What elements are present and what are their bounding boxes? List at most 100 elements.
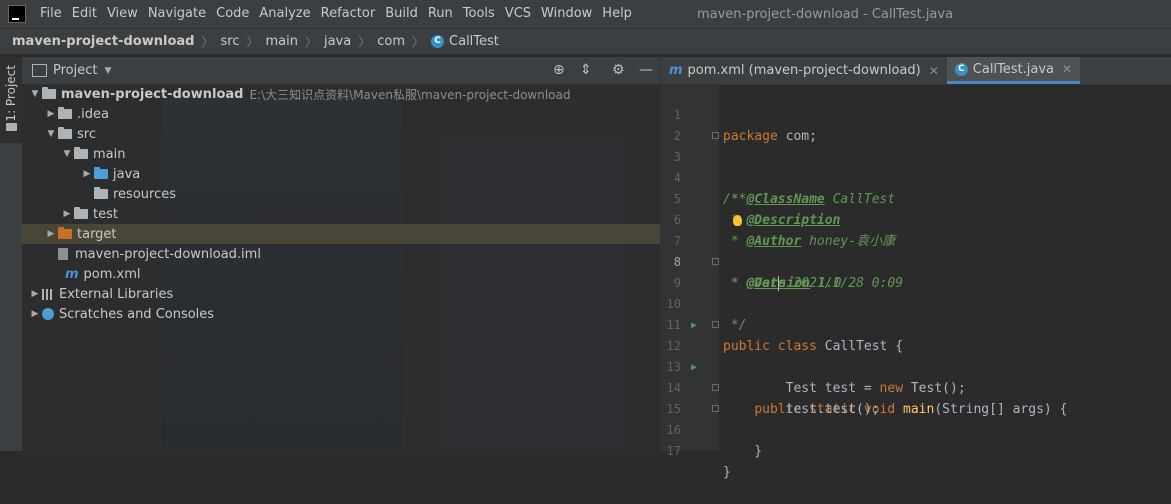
breadcrumb-main[interactable]: main [265,34,297,49]
menu-edit[interactable]: Edit [67,0,102,28]
tree-item-label: target [77,226,117,242]
code-line: 2 [661,105,1171,143]
module-file-icon [58,248,68,260]
folder-icon [74,207,88,219]
tree-root-label: maven-project-download [61,86,244,102]
breadcrumb-src[interactable]: src [220,34,239,49]
tab-label: CallTest.java [972,61,1055,77]
folder-icon [58,107,72,119]
project-view-title[interactable]: Project [53,63,97,78]
breadcrumb: maven-project-download 〉 src 〉 main 〉 ja… [0,28,1171,55]
breadcrumb-project[interactable]: maven-project-download [12,34,194,49]
menu-code[interactable]: Code [211,0,254,28]
close-icon[interactable]: ✕ [1062,62,1072,76]
chevron-right-icon: 〉 [412,35,425,49]
code-area[interactable]: 1 package com; 2 3 /** 4 * @ClassName Ca… [661,84,1171,480]
tree-root-path: E:\大三知识点资料\Maven私服\maven-project-downloa… [249,87,571,102]
tree-item-label: src [77,126,96,142]
tree-item-external-libraries[interactable]: ▶ External Libraries [22,284,660,304]
project-tab-label: 1: Project [4,65,18,122]
tree-item-pom[interactable]: m pom.xml [22,264,660,284]
fold-marker-icon[interactable] [712,321,719,328]
maven-icon: m [65,266,79,282]
tree-item-src[interactable]: ▼ src [22,124,660,144]
code-line: 9 */ [661,252,1171,333]
tree-item-label: main [93,146,126,162]
java-class-icon: C [954,62,968,76]
close-icon[interactable]: ✕ [929,64,939,78]
code-line: 16 } [661,399,1171,480]
locate-file-icon[interactable]: ⊕ [553,63,565,77]
chevron-right-icon[interactable]: ▶ [60,209,74,219]
chevron-down-icon[interactable]: ▼ [28,89,42,99]
window-title: maven-project-download - CallTest.java [696,6,954,22]
code-line: 6 * @Author honey-袁小康 [661,189,1171,249]
minimize-icon[interactable]: — [639,63,653,77]
dropdown-arrow-icon[interactable]: ▼ [104,66,111,76]
line-number: 17 [666,444,681,458]
folder-icon [74,147,88,159]
folder-icon [58,127,72,139]
chevron-right-icon[interactable]: ▶ [44,109,58,119]
tab-pom-xml[interactable]: m pom.xml (maven-project-download) ✕ [661,57,947,84]
tree-item-idea[interactable]: ▶ .idea [22,104,660,124]
project-window-icon [32,64,47,77]
fold-marker-icon[interactable] [712,132,719,139]
tree-item-test[interactable]: ▶ test [22,204,660,224]
menu-analyze[interactable]: Analyze [254,0,315,28]
resources-folder-icon [94,187,108,199]
tree-item-resources[interactable]: resources [22,184,660,204]
chevron-right-icon[interactable]: ▶ [80,169,94,179]
fold-marker-icon[interactable] [712,258,719,265]
chevron-right-icon[interactable]: ▶ [28,289,42,299]
editor-tabs: m pom.xml (maven-project-download) ✕ C C… [661,57,1171,85]
breadcrumb-java[interactable]: java [324,34,351,49]
code-line: 17 [661,420,1171,458]
project-tool-window-tab[interactable]: 1: Project [0,57,22,143]
code-line: 14 test.test(); [661,357,1171,417]
code-line: 3 /** [661,126,1171,207]
gear-icon[interactable]: ⚙ [612,63,625,77]
chevron-right-icon[interactable]: ▶ [28,309,42,319]
chevron-right-icon: 〉 [304,35,317,49]
breadcrumb-class[interactable]: C CallTest [431,34,499,49]
chevron-down-icon[interactable]: ▼ [44,129,58,139]
breadcrumb-com[interactable]: com [377,34,405,49]
code-line: 5 * @Description [661,168,1171,228]
fold-marker-icon[interactable] [712,384,719,391]
tree-item-root[interactable]: ▼ maven-project-download E:\大三知识点资料\Mave… [22,84,660,104]
tree-item-main[interactable]: ▼ main [22,144,660,164]
ide-window: File Edit View Navigate Code Analyze Ref… [0,0,1171,480]
menu-vcs[interactable]: VCS [500,0,536,28]
lightbulb-icon[interactable] [733,215,742,226]
menu-run[interactable]: Run [423,0,458,28]
chevron-down-icon[interactable]: ▼ [60,149,74,159]
menu-refactor[interactable]: Refactor [316,0,381,28]
menu-navigate[interactable]: Navigate [143,0,211,28]
project-panel: Project ▼ ⊕ ⇕ ⚙ — ▼ maven-project-downlo… [22,57,660,451]
breadcrumb-class-label: CallTest [449,34,499,49]
menu-view[interactable]: View [102,0,143,28]
tree-item-scratches[interactable]: ▶ Scratches and Consoles [22,304,660,324]
tab-label: pom.xml (maven-project-download) [687,63,921,78]
menu-build[interactable]: Build [380,0,423,28]
tree-item-iml[interactable]: maven-project-download.iml [22,244,660,264]
menu-help[interactable]: Help [597,0,637,28]
code-line: 15 } [661,378,1171,459]
project-tree: ▼ maven-project-download E:\大三知识点资料\Mave… [22,84,660,324]
menu-file[interactable]: File [35,0,67,28]
tool-window-strip: 1: Project [0,57,23,451]
chevron-right-icon[interactable]: ▶ [44,229,58,239]
fold-marker-icon[interactable] [712,405,719,412]
code-line: 7 * @Date 2021/1/28 0:09 [661,210,1171,291]
tree-item-target[interactable]: ▶ target [22,224,660,244]
tree-item-label: External Libraries [59,286,174,302]
tree-item-java[interactable]: ▶ java [22,164,660,184]
menu-window[interactable]: Window [536,0,597,28]
collapse-all-icon[interactable]: ⇕ [580,63,592,77]
tab-calltest-java[interactable]: C CallTest.java ✕ [946,57,1081,84]
tree-item-label: maven-project-download.iml [75,246,261,262]
menu-tools[interactable]: Tools [458,0,500,28]
code-line: 12 ▶ public static void main(String[] ar… [661,315,1171,417]
code-line-current: 8 * @Version 1.0 [661,231,1171,291]
